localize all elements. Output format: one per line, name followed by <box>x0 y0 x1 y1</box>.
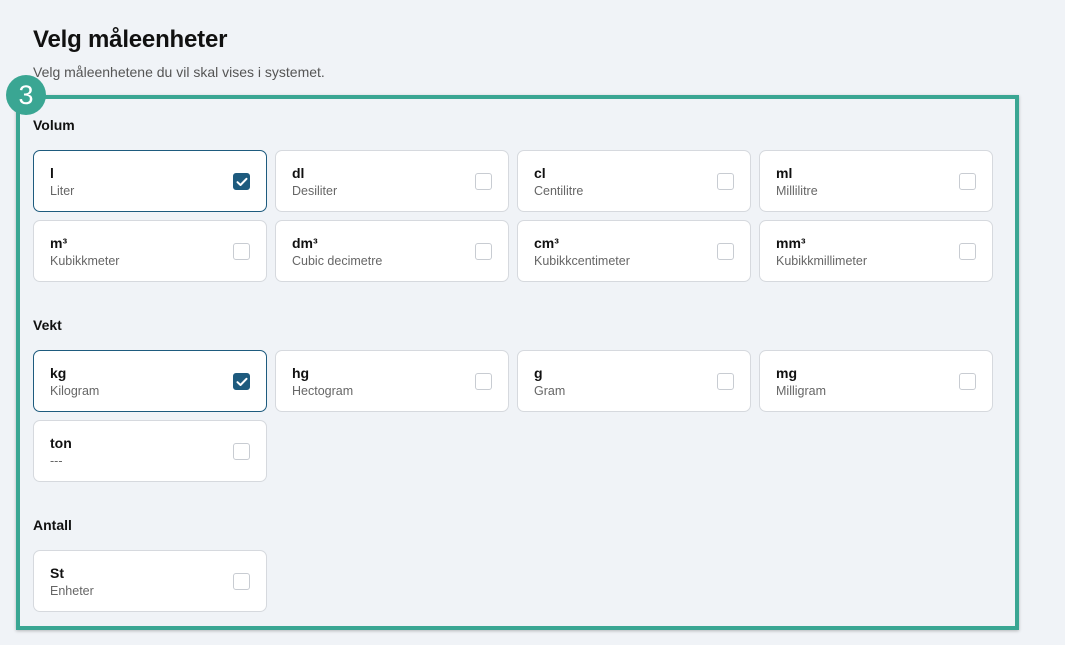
unit-symbol: l <box>50 165 54 181</box>
unit-symbol: dm³ <box>292 235 318 251</box>
unit-name: Liter <box>50 184 75 198</box>
step-badge: 3 <box>6 75 46 115</box>
unit-symbol: mm³ <box>776 235 806 251</box>
unit-symbol: mg <box>776 365 797 381</box>
unit-name: Hectogram <box>292 384 354 398</box>
checkbox[interactable] <box>475 173 492 190</box>
checkbox[interactable] <box>233 573 250 590</box>
unit-symbol: cm³ <box>534 235 559 251</box>
checkmark-icon <box>236 377 248 386</box>
page-subtitle: Velg måleenhetene du vil skal vises i sy… <box>33 64 325 80</box>
unit-name: Milligram <box>776 384 826 398</box>
section-label-vekt: Vekt <box>33 317 62 333</box>
unit-name: Kubikkmeter <box>50 254 120 268</box>
unit-name: Kilogram <box>50 384 100 398</box>
unit-card-l[interactable]: l Liter <box>33 150 267 212</box>
unit-selection-page: Velg måleenheter Velg måleenhetene du vi… <box>0 0 1065 645</box>
unit-symbol: cl <box>534 165 546 181</box>
checkbox[interactable] <box>233 173 250 190</box>
unit-name: Millilitre <box>776 184 818 198</box>
checkbox[interactable] <box>475 373 492 390</box>
unit-card-ml[interactable]: ml Millilitre <box>759 150 993 212</box>
page-title: Velg måleenheter <box>33 26 228 53</box>
checkbox[interactable] <box>717 243 734 260</box>
checkbox[interactable] <box>717 173 734 190</box>
section-label-volum: Volum <box>33 117 75 133</box>
unit-card-ton[interactable]: ton --- <box>33 420 267 482</box>
unit-card-cl[interactable]: cl Centilitre <box>517 150 751 212</box>
checkbox[interactable] <box>717 373 734 390</box>
unit-card-mg[interactable]: mg Milligram <box>759 350 993 412</box>
unit-card-cm3[interactable]: cm³ Kubikkcentimeter <box>517 220 751 282</box>
checkbox[interactable] <box>233 443 250 460</box>
unit-card-g[interactable]: g Gram <box>517 350 751 412</box>
unit-name: Desiliter <box>292 184 338 198</box>
unit-symbol: m³ <box>50 235 68 251</box>
unit-card-mm3[interactable]: mm³ Kubikkmillimeter <box>759 220 993 282</box>
unit-name: Gram <box>534 384 566 398</box>
unit-symbol: kg <box>50 365 67 381</box>
checkbox[interactable] <box>959 373 976 390</box>
unit-symbol: dl <box>292 165 305 181</box>
unit-symbol: ml <box>776 165 793 181</box>
checkbox[interactable] <box>959 243 976 260</box>
checkbox[interactable] <box>233 243 250 260</box>
unit-card-kg[interactable]: kg Kilogram <box>33 350 267 412</box>
unit-name: --- <box>50 454 63 468</box>
unit-symbol: hg <box>292 365 310 381</box>
checkbox[interactable] <box>475 243 492 260</box>
checkbox[interactable] <box>233 373 250 390</box>
unit-symbol: St <box>50 565 64 581</box>
unit-card-dl[interactable]: dl Desiliter <box>275 150 509 212</box>
unit-name: Kubikkmillimeter <box>776 254 867 268</box>
unit-card-dm3[interactable]: dm³ Cubic decimetre <box>275 220 509 282</box>
unit-name: Kubikkcentimeter <box>534 254 630 268</box>
unit-symbol: ton <box>50 435 72 451</box>
checkbox[interactable] <box>959 173 976 190</box>
unit-card-m3[interactable]: m³ Kubikkmeter <box>33 220 267 282</box>
checkmark-icon <box>236 177 248 186</box>
unit-card-hg[interactable]: hg Hectogram <box>275 350 509 412</box>
unit-name: Centilitre <box>534 184 584 198</box>
section-label-antall: Antall <box>33 517 72 533</box>
unit-card-st[interactable]: St Enheter <box>33 550 267 612</box>
unit-symbol: g <box>534 365 543 381</box>
unit-name: Enheter <box>50 584 94 598</box>
unit-name: Cubic decimetre <box>292 254 383 268</box>
